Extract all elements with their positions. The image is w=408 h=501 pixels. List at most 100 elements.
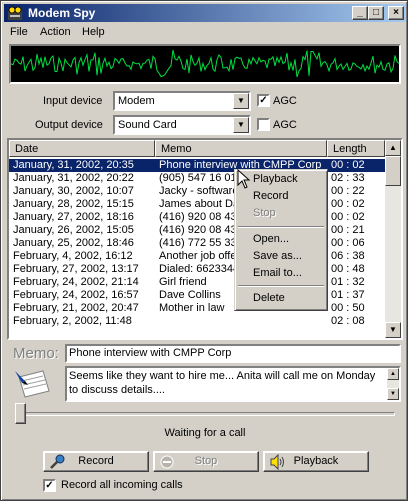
table-row[interactable]: January, 30, 2002, 10:07 Jacky - software… <box>9 185 385 198</box>
input-agc-label: AGC <box>273 95 297 107</box>
checkmark-icon: ✓ <box>45 480 54 491</box>
record-all-checkbox[interactable]: ✓ <box>43 479 56 492</box>
row-date: February, 4, 2002, 16:12 <box>13 250 133 262</box>
memo-note-icon <box>15 370 50 398</box>
table-row[interactable]: January, 31, 2002, 20:22 (905) 547 16 01 0… <box>9 172 385 185</box>
row-length: 00 : 06 <box>331 237 365 249</box>
column-header-memo[interactable]: Memo <box>155 140 327 157</box>
title-bar[interactable]: Modem Spy _ □ × <box>4 4 406 22</box>
context-stop: Stop <box>253 207 276 219</box>
arrow-up-icon: ▲ <box>389 143 397 152</box>
chevron-down-icon[interactable]: ▼ <box>233 117 249 133</box>
row-length: 01 : 32 <box>331 276 365 288</box>
row-date: January, 31, 2002, 20:22 <box>13 172 134 184</box>
row-date: February, 27, 2002, 13:17 <box>13 263 139 275</box>
scroll-up-button[interactable]: ▲ <box>385 140 401 156</box>
row-length: 00 : 02 <box>331 159 365 171</box>
playback-slider-thumb[interactable] <box>15 403 26 424</box>
table-row[interactable]: January, 26, 2002, 15:05 (416) 920 08 43 0… <box>9 224 385 237</box>
memo-title-input[interactable]: Phone interview with CMPP Corp <box>65 344 401 363</box>
maximize-icon: □ <box>372 7 380 18</box>
table-row[interactable]: January, 28, 2002, 15:15 James about Da 00… <box>9 198 385 211</box>
context-save-as[interactable]: Save as... <box>253 250 302 262</box>
memo-scrollbar[interactable]: ▲ ▼ <box>387 368 399 400</box>
menu-file[interactable]: File <box>10 26 28 38</box>
table-row[interactable]: February, 27, 2002, 13:17 Dialed: 6623344… <box>9 263 385 276</box>
chevron-down-icon[interactable]: ▼ <box>233 93 249 109</box>
row-length: 01 : 37 <box>331 289 365 301</box>
menu-separator <box>238 285 324 287</box>
table-row[interactable]: January, 27, 2002, 18:16 (416) 920 08 43 0… <box>9 211 385 224</box>
stop-icon <box>160 455 174 469</box>
row-length: 00 : 22 <box>331 185 365 197</box>
row-length: 06 : 38 <box>331 250 365 262</box>
table-row[interactable]: February, 2, 2002, 11:48 02 : 08 <box>9 315 385 328</box>
input-device-label: Input device <box>43 95 103 107</box>
memo-scroll-up-button[interactable]: ▲ <box>387 368 399 380</box>
checkmark-icon: ✓ <box>259 95 268 106</box>
microphone-icon <box>50 454 65 469</box>
table-row[interactable]: January, 25, 2002, 18:46 (416) 772 55 33 0… <box>9 237 385 250</box>
output-agc-checkbox[interactable] <box>257 118 270 131</box>
row-date: January, 27, 2002, 18:16 <box>13 211 134 223</box>
context-email-to[interactable]: Email to... <box>253 267 302 279</box>
status-text: Waiting for a call <box>164 427 246 439</box>
speaker-icon <box>270 454 284 470</box>
menu-help[interactable]: Help <box>82 26 105 38</box>
close-button[interactable]: × <box>388 6 404 20</box>
row-date: January, 26, 2002, 15:05 <box>13 224 134 236</box>
minimize-button[interactable]: _ <box>352 6 368 20</box>
context-open[interactable]: Open... <box>253 233 289 245</box>
row-date: January, 28, 2002, 15:15 <box>13 198 134 210</box>
input-device-value: Modem <box>118 95 155 107</box>
column-header-date[interactable]: Date <box>9 140 155 157</box>
waveform-line <box>10 49 400 78</box>
row-date: February, 2, 2002, 11:48 <box>13 315 132 327</box>
modem-spy-icon <box>8 6 22 20</box>
row-date: February, 24, 2002, 21:14 <box>13 276 139 288</box>
output-device-select[interactable]: Sound Card ▼ <box>113 115 251 135</box>
waveform-display <box>9 44 401 84</box>
row-length: 00 : 02 <box>331 198 365 210</box>
output-agc-label: AGC <box>273 119 297 131</box>
context-playback[interactable]: Playback <box>253 173 298 185</box>
context-record[interactable]: Record <box>253 190 288 202</box>
output-device-label: Output device <box>35 119 103 131</box>
minimize-icon: _ <box>357 7 363 18</box>
memo-text-area[interactable]: Seems like they want to hire me... Anita… <box>65 366 401 402</box>
memo-text: Seems like they want to hire me... Anita… <box>69 370 376 396</box>
table-row[interactable]: February, 24, 2002, 21:14 Girl friend 01 :… <box>9 276 385 289</box>
record-button-label: Record <box>78 455 114 467</box>
memo-scroll-down-button[interactable]: ▼ <box>387 388 399 400</box>
list-scrollbar[interactable]: ▲ ▼ <box>385 140 401 338</box>
context-menu: Playback Record Stop Open... Save as... … <box>234 169 328 311</box>
arrow-down-icon: ▼ <box>390 391 396 397</box>
row-length: 02 : 33 <box>331 172 365 184</box>
table-row[interactable]: February, 24, 2002, 16:57 Dave Collins 01 … <box>9 289 385 302</box>
row-date: January, 30, 2002, 10:07 <box>13 185 134 197</box>
input-device-select[interactable]: Modem ▼ <box>113 91 251 111</box>
output-device-value: Sound Card <box>118 119 177 131</box>
memo-label: Memo: <box>13 345 59 362</box>
playback-button[interactable]: Playback <box>263 451 369 472</box>
arrow-up-icon: ▲ <box>390 371 396 377</box>
row-date: February, 21, 2002, 20:47 <box>13 302 139 314</box>
scroll-thumb[interactable] <box>385 156 401 186</box>
table-row[interactable]: January, 31, 2002, 20:35 Phone interview … <box>9 158 386 173</box>
record-button[interactable]: Record <box>43 451 149 472</box>
row-length: 00 : 48 <box>331 263 365 275</box>
row-date: January, 31, 2002, 20:35 <box>13 159 134 171</box>
row-length: 02 : 08 <box>331 315 365 327</box>
scroll-down-button[interactable]: ▼ <box>385 322 401 338</box>
arrow-down-icon: ▼ <box>389 325 397 334</box>
table-row[interactable]: February, 21, 2002, 20:47 Mother in law 00… <box>9 302 385 315</box>
table-row[interactable]: February, 4, 2002, 16:12 Another job offe… <box>9 250 385 263</box>
playback-slider-track[interactable] <box>15 412 395 416</box>
row-length: 00 : 02 <box>331 211 365 223</box>
column-header-length[interactable]: Length <box>327 140 385 157</box>
input-agc-checkbox[interactable]: ✓ <box>257 94 270 107</box>
context-delete[interactable]: Delete <box>253 292 285 304</box>
menu-action[interactable]: Action <box>40 26 71 38</box>
call-list[interactable]: Date Memo Length January, 31, 2002, 20:3… <box>7 138 403 340</box>
maximize-button[interactable]: □ <box>368 6 384 20</box>
